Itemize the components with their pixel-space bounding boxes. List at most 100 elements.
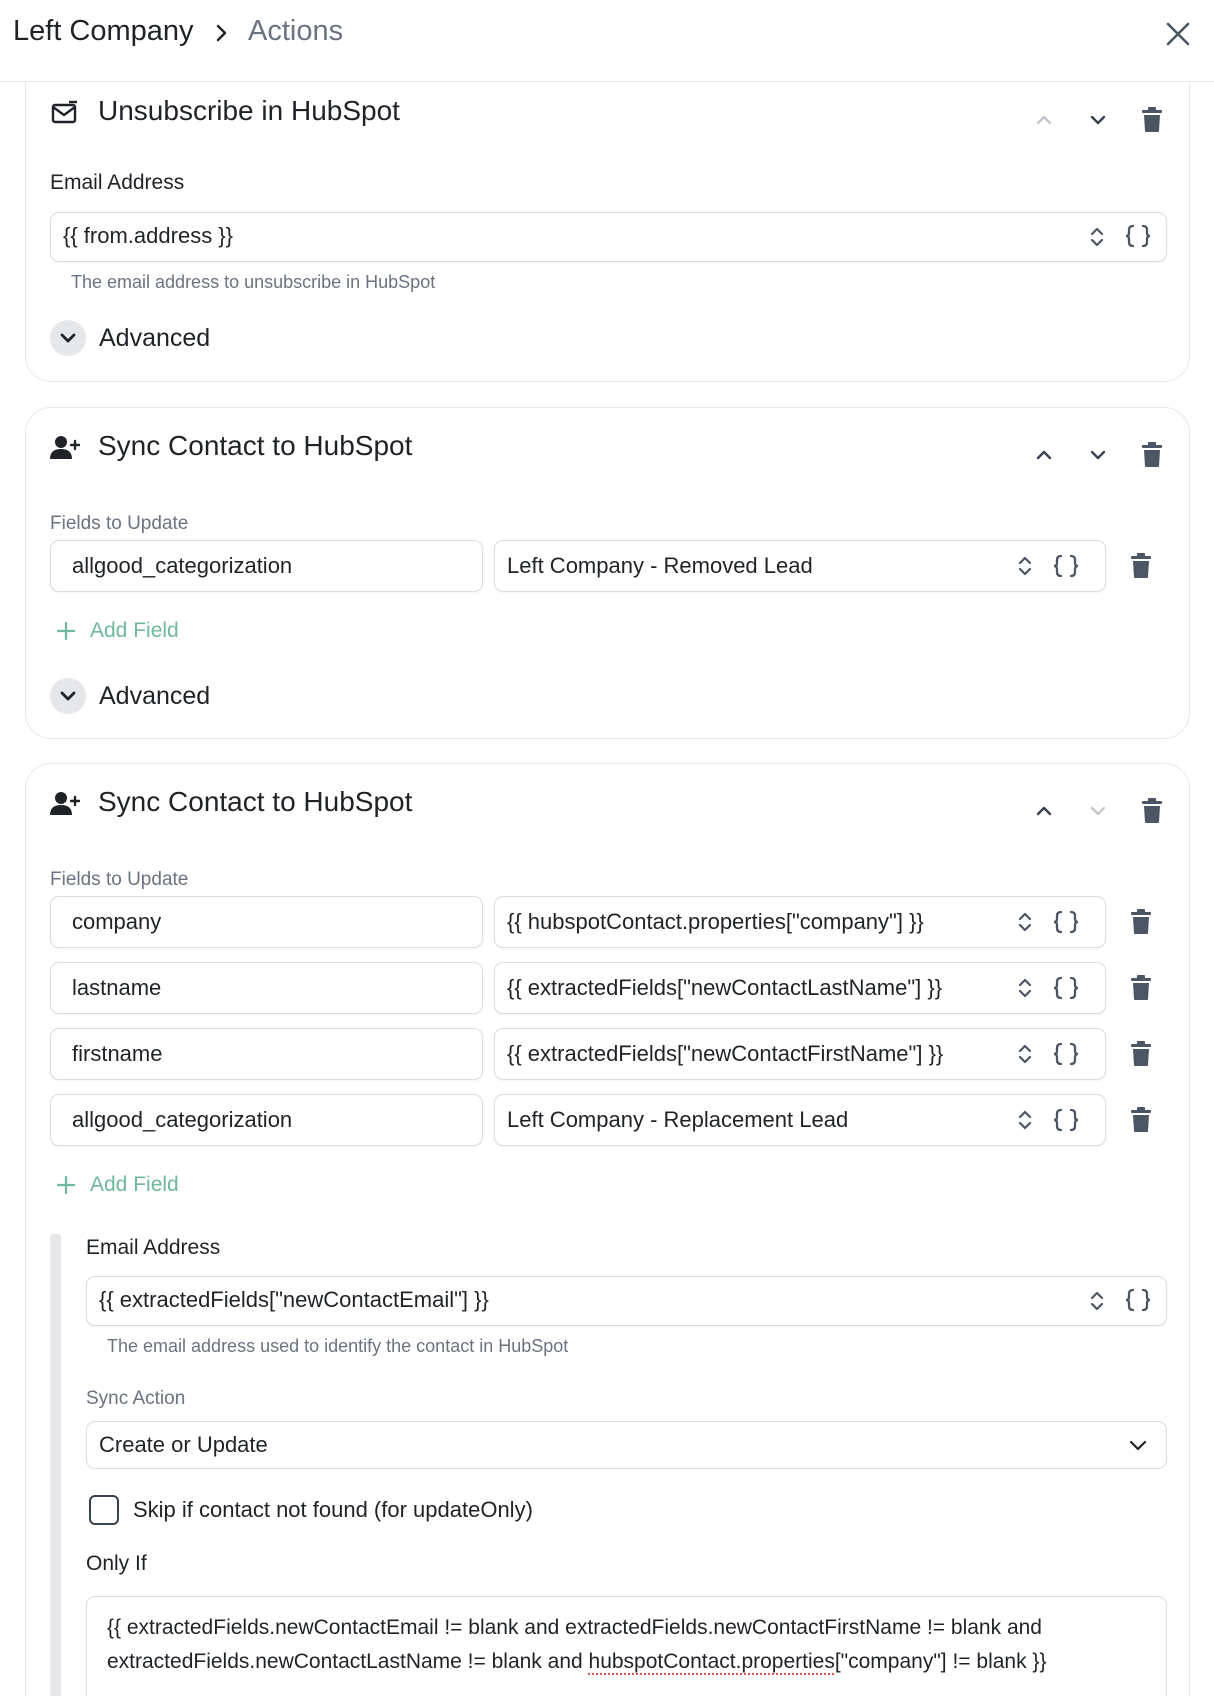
chevron-down-icon — [1088, 110, 1108, 130]
advanced-label: Advanced — [99, 682, 210, 711]
chevron-down-icon — [50, 320, 86, 356]
stepper-icon[interactable] — [1016, 1041, 1034, 1067]
move-up-button[interactable] — [1026, 793, 1062, 829]
delete-field-button[interactable] — [1126, 907, 1156, 937]
field-value-input[interactable]: Left Company - Removed Lead — [494, 540, 1106, 592]
delete-field-button[interactable] — [1126, 1105, 1156, 1135]
field-value-input[interactable]: {{ extractedFields["newContactLastName"]… — [494, 962, 1106, 1014]
user-plus-icon — [50, 789, 80, 819]
trash-icon — [1130, 975, 1152, 1001]
advanced-toggle[interactable]: Advanced — [50, 678, 210, 714]
breadcrumb-root[interactable]: Left Company — [13, 15, 194, 48]
field-value-value: {{ extractedFields["newContactFirstName"… — [507, 1029, 1007, 1079]
stepper-icon[interactable] — [1016, 553, 1034, 579]
field-value-value: Left Company - Replacement Lead — [507, 1095, 1007, 1145]
advanced-toggle[interactable]: Advanced — [50, 320, 210, 356]
chevron-down-icon — [1088, 445, 1108, 465]
move-down-button[interactable] — [1080, 437, 1116, 473]
move-down-button[interactable] — [1080, 793, 1116, 829]
chevron-right-icon — [210, 22, 232, 44]
add-field-button[interactable]: Add Field — [56, 619, 179, 643]
template-braces-icon[interactable] — [1123, 1286, 1153, 1314]
sync-action-value: Create or Update — [99, 1422, 268, 1468]
header: Left Company Actions — [0, 0, 1214, 82]
field-key-input[interactable]: allgood_categorization — [50, 1094, 483, 1146]
email-address-input[interactable]: {{ extractedFields["newContactEmail"] }} — [86, 1276, 1167, 1326]
email-address-label: Email Address — [50, 171, 184, 195]
template-braces-icon[interactable] — [1051, 1106, 1081, 1134]
field-value-input[interactable]: {{ extractedFields["newContactFirstName"… — [494, 1028, 1106, 1080]
action-card-sync-contact: Sync Contact to HubSpot Fields to Update… — [25, 407, 1190, 739]
only-if-textarea[interactable]: {{ extractedFields.newContactEmail != bl… — [86, 1596, 1167, 1696]
only-if-line-1: {{ extractedFields.newContactEmail != bl… — [107, 1611, 1146, 1645]
field-key-value: firstname — [72, 1029, 162, 1079]
field-value-value: {{ hubspotContact.properties["company"] … — [507, 897, 1007, 947]
stepper-icon[interactable] — [1088, 224, 1106, 250]
only-if-line-2c: ["company"] != blank }} — [835, 1650, 1047, 1673]
field-value-input[interactable]: Left Company - Replacement Lead — [494, 1094, 1106, 1146]
field-key-value: lastname — [72, 963, 161, 1013]
template-braces-icon[interactable] — [1051, 1040, 1081, 1068]
add-field-button[interactable]: Add Field — [56, 1173, 179, 1197]
trash-icon — [1130, 553, 1152, 579]
chevron-down-icon — [1128, 1435, 1148, 1460]
fields-to-update-label: Fields to Update — [50, 869, 188, 891]
trash-icon — [1130, 1107, 1152, 1133]
field-key-input[interactable]: lastname — [50, 962, 483, 1014]
field-value-value: Left Company - Removed Lead — [507, 541, 1007, 591]
chevron-down-icon — [50, 678, 86, 714]
card-title: Sync Contact to HubSpot — [98, 786, 412, 818]
field-key-value: company — [72, 897, 161, 947]
delete-field-button[interactable] — [1126, 1039, 1156, 1069]
move-up-button[interactable] — [1026, 102, 1062, 138]
fields-to-update-label: Fields to Update — [50, 513, 188, 535]
sync-action-select[interactable]: Create or Update — [86, 1421, 1167, 1469]
stepper-icon[interactable] — [1016, 1107, 1034, 1133]
delete-field-button[interactable] — [1126, 973, 1156, 1003]
field-key-input[interactable]: company — [50, 896, 483, 948]
delete-action-button[interactable] — [1134, 793, 1170, 829]
trash-icon — [1130, 909, 1152, 935]
plus-icon — [56, 1175, 76, 1195]
stepper-icon[interactable] — [1016, 909, 1034, 935]
checkbox-box[interactable] — [89, 1495, 119, 1525]
user-plus-icon — [50, 433, 80, 463]
plus-icon — [56, 621, 76, 641]
only-if-label: Only If — [86, 1552, 147, 1576]
template-braces-icon[interactable] — [1123, 222, 1153, 250]
field-key-value: allgood_categorization — [72, 541, 292, 591]
trash-icon — [1141, 107, 1163, 133]
field-key-value: allgood_categorization — [72, 1095, 292, 1145]
only-if-spellcheck-word: hubspotContact.properties — [589, 1650, 835, 1673]
chevron-up-icon — [1034, 110, 1054, 130]
action-card-sync-contact: Sync Contact to HubSpot Fields to Update… — [25, 763, 1190, 1696]
field-value-value: {{ extractedFields["newContactLastName"]… — [507, 963, 1007, 1013]
sync-action-label: Sync Action — [86, 1388, 185, 1410]
template-braces-icon[interactable] — [1051, 974, 1081, 1002]
template-braces-icon[interactable] — [1051, 552, 1081, 580]
stepper-icon[interactable] — [1088, 1288, 1106, 1314]
chevron-up-icon — [1034, 801, 1054, 821]
delete-action-button[interactable] — [1134, 437, 1170, 473]
mail-minus-icon — [50, 98, 80, 128]
email-address-help: The email address used to identify the c… — [107, 1336, 568, 1357]
close-button[interactable] — [1160, 16, 1196, 52]
email-address-help: The email address to unsubscribe in HubS… — [71, 272, 435, 293]
field-key-input[interactable]: allgood_categorization — [50, 540, 483, 592]
move-down-button[interactable] — [1080, 102, 1116, 138]
add-field-label: Add Field — [90, 619, 179, 643]
template-braces-icon[interactable] — [1051, 908, 1081, 936]
email-address-input[interactable]: {{ from.address }} — [50, 212, 1167, 262]
delete-field-button[interactable] — [1126, 551, 1156, 581]
field-value-input[interactable]: {{ hubspotContact.properties["company"] … — [494, 896, 1106, 948]
email-address-label: Email Address — [86, 1236, 220, 1260]
stepper-icon[interactable] — [1016, 975, 1034, 1001]
move-up-button[interactable] — [1026, 437, 1062, 473]
action-card-unsubscribe: Unsubscribe in HubSpot Email Address {{ … — [25, 82, 1190, 382]
delete-action-button[interactable] — [1134, 102, 1170, 138]
trash-icon — [1130, 1041, 1152, 1067]
skip-if-not-found-checkbox[interactable]: Skip if contact not found (for updateOnl… — [89, 1495, 533, 1525]
add-field-label: Add Field — [90, 1173, 179, 1197]
field-key-input[interactable]: firstname — [50, 1028, 483, 1080]
breadcrumb-current: Actions — [248, 15, 343, 48]
